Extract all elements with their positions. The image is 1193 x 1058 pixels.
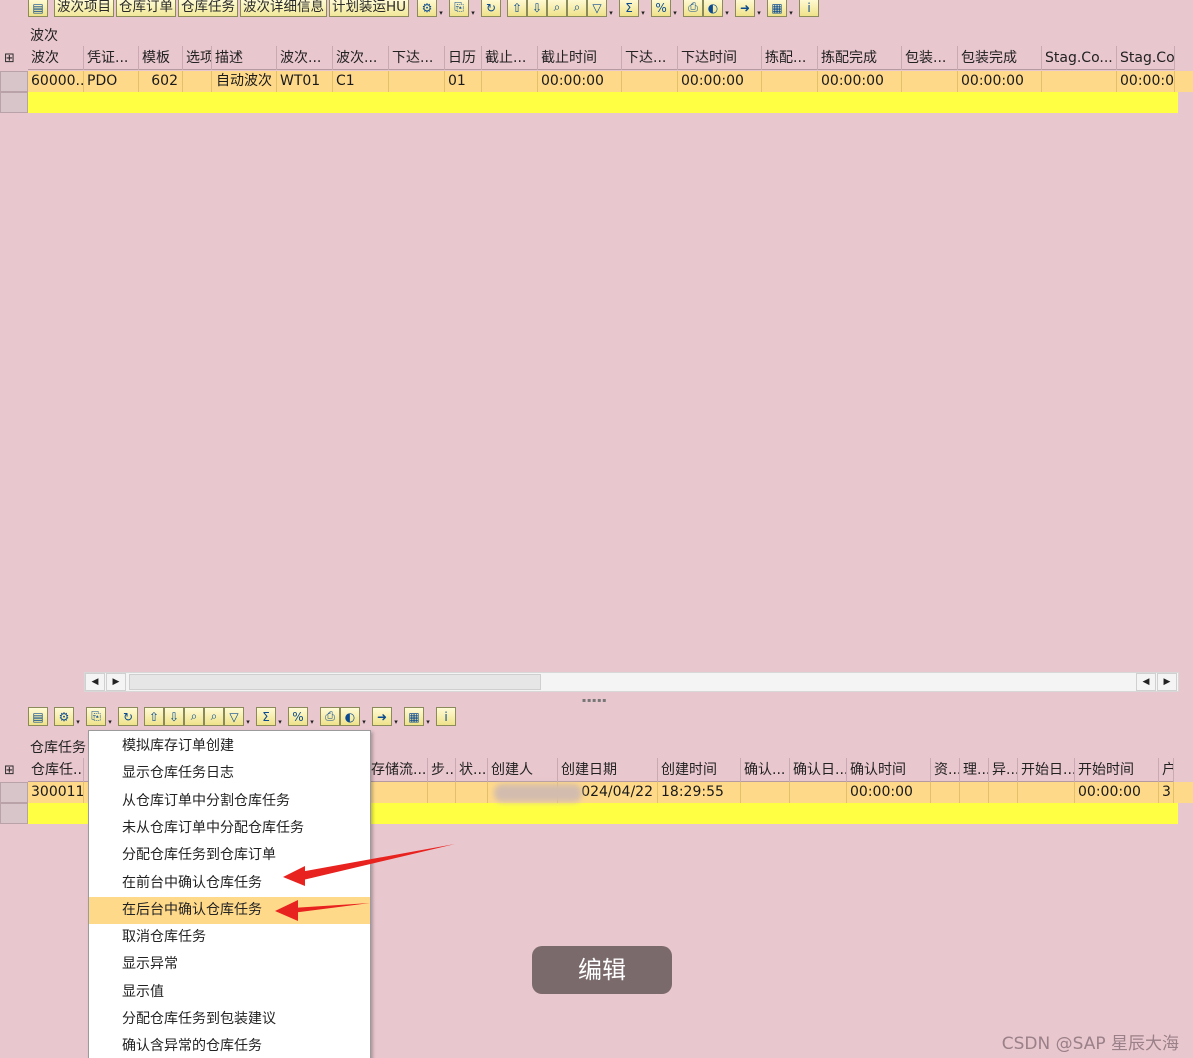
annotation-arrows — [275, 844, 455, 921]
edit-button[interactable]: 编辑 — [532, 946, 672, 994]
arrow-head-icon — [275, 900, 298, 921]
arrow-head-icon — [283, 866, 305, 886]
arrow-foreground-icon — [300, 844, 455, 880]
arrow-background-icon — [292, 903, 370, 913]
watermark: CSDN @SAP 星辰大海 — [1001, 1034, 1179, 1054]
